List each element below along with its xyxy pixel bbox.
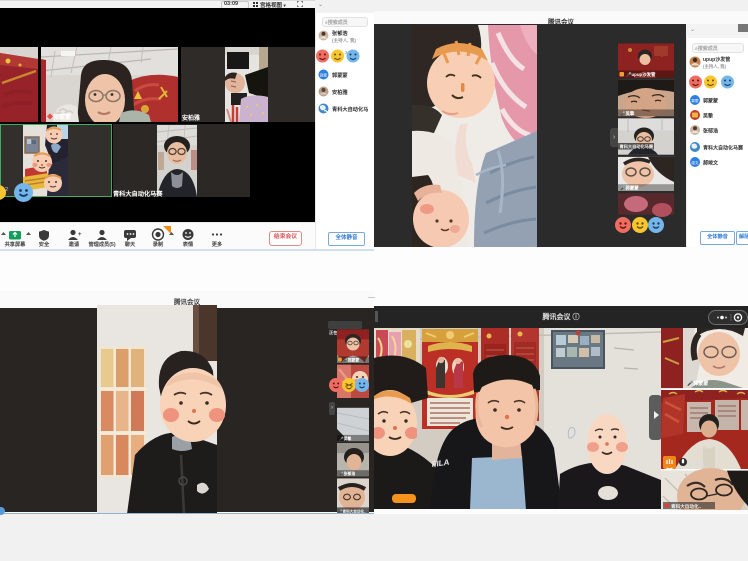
svg-text:郭蒙: 郭蒙 — [320, 73, 328, 78]
svg-text:安柏雅: 安柏雅 — [332, 88, 348, 96]
svg-text:郭蒙蒙: 郭蒙蒙 — [332, 71, 348, 79]
svg-text:张郁浩: 张郁浩 — [332, 29, 348, 37]
svg-text:安全: 安全 — [39, 240, 50, 248]
svg-text:管理成员(5): 管理成员(5) — [88, 240, 115, 248]
svg-text:(主持人, 我): (主持人, 我) — [332, 37, 356, 44]
svg-text:+: + — [78, 232, 82, 238]
svg-text:🎤吴摯: 🎤吴摯 — [339, 436, 352, 441]
svg-text:🎤upup沙发管: 🎤upup沙发管 — [626, 71, 656, 78]
svg-text:共享屏幕: 共享屏幕 — [5, 240, 27, 248]
svg-text:青科大自动化..: 青科大自动化.. — [671, 503, 701, 510]
svg-text:🎤吴摯: 🎤吴摯 — [620, 110, 635, 117]
svg-text:张郁浩: 张郁浩 — [703, 128, 718, 135]
svg-text:🎤郭蒙蒙: 🎤郭蒙蒙 — [343, 357, 359, 362]
svg-text:郭蒙: 郭蒙 — [691, 98, 699, 103]
svg-text:竣文: 竣文 — [691, 160, 699, 165]
svg-text:青科大自动化马: 青科大自动化马 — [332, 105, 368, 113]
svg-text:张郁浩: 张郁浩 — [689, 461, 704, 468]
svg-text:郝竣文: 郝竣文 — [703, 160, 719, 167]
svg-text:(主持人, 我): (主持人, 我) — [703, 63, 726, 70]
svg-text:录制: 录制 — [153, 240, 163, 248]
svg-text:邀请: 邀请 — [69, 240, 80, 248]
svg-text:聊天: 聊天 — [125, 240, 136, 248]
svg-text:更多: 更多 — [212, 240, 223, 248]
svg-text:🎤郭蒙蒙: 🎤郭蒙蒙 — [620, 185, 639, 192]
svg-text:青科大自动化马赛: 青科大自动化马赛 — [703, 145, 744, 152]
svg-text:郭蒙蒙: 郭蒙蒙 — [703, 98, 718, 105]
svg-text:青科大自动化马赛: 青科大自动化马赛 — [620, 143, 654, 150]
svg-text:吴摯: 吴摯 — [703, 113, 713, 120]
svg-text:🎤张郁浩: 🎤张郁浩 — [339, 471, 355, 476]
svg-text:upup沙发管: upup沙发管 — [703, 56, 730, 63]
svg-text:🎤郭蒙蒙: 🎤郭蒙蒙 — [687, 380, 708, 387]
svg-text:表情: 表情 — [182, 240, 194, 248]
